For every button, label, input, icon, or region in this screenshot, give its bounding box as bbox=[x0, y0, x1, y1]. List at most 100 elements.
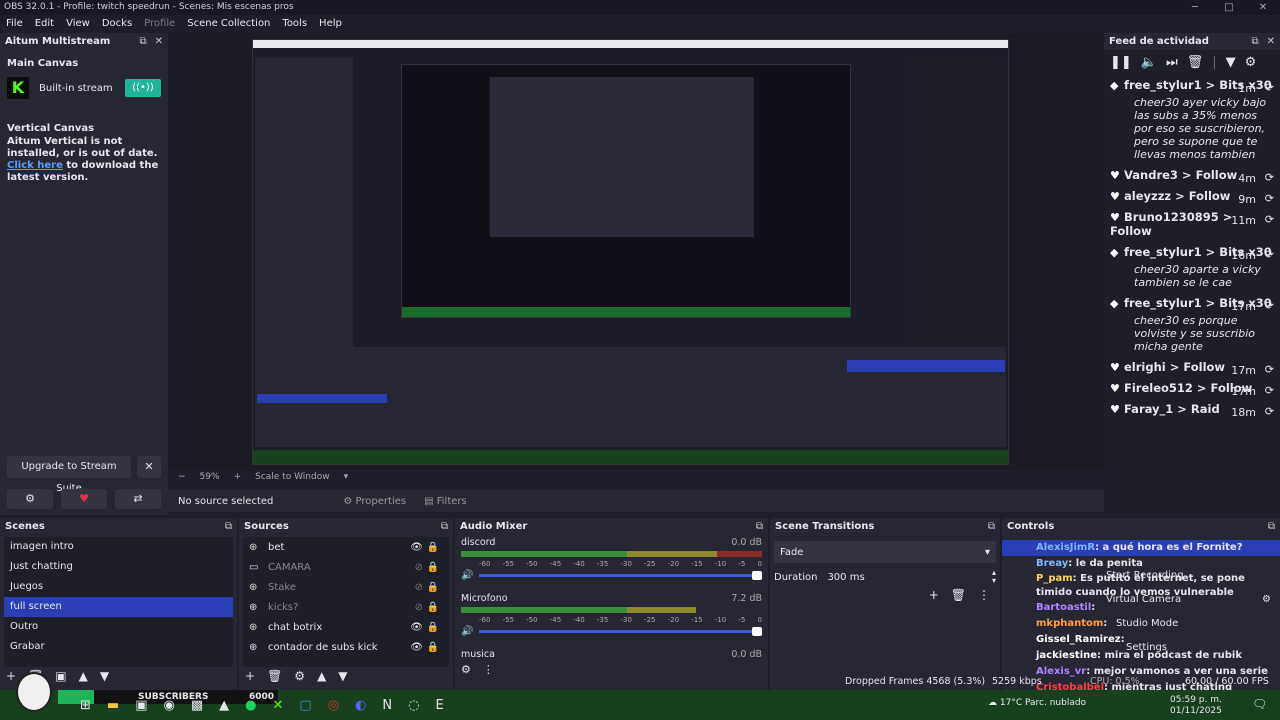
source-item[interactable]: ⊕ bet 👁 🔒 bbox=[243, 537, 449, 557]
eye-icon[interactable]: 👁 bbox=[410, 622, 423, 633]
replay-icon[interactable]: ⟳ bbox=[1265, 363, 1274, 376]
file-explorer-icon[interactable]: ▬ bbox=[107, 698, 119, 713]
menu-docks[interactable]: Docks bbox=[96, 15, 138, 33]
transition-select[interactable]: Fade ▾ bbox=[774, 541, 996, 563]
volume-icon[interactable]: 🔈 bbox=[1141, 55, 1157, 70]
speaker-icon[interactable]: 🔊 bbox=[461, 626, 473, 637]
scale-to-window-select[interactable]: Scale to Window bbox=[255, 472, 329, 482]
lock-icon[interactable]: 🔒 bbox=[427, 642, 439, 653]
menu-help[interactable]: Help bbox=[313, 15, 348, 33]
zoom-plus-button[interactable]: + bbox=[234, 472, 242, 482]
upgrade-stream-suite-button[interactable]: Upgrade to Stream Suite bbox=[7, 456, 131, 494]
click-here-link[interactable]: Click here bbox=[7, 160, 63, 171]
obs-app-icon[interactable]: ◉ bbox=[164, 698, 175, 713]
share-icon[interactable]: ⇄ bbox=[115, 489, 161, 509]
feed-settings-gear-icon[interactable]: ⚙ bbox=[1245, 55, 1257, 70]
duration-stepper[interactable]: ▴ ▾ bbox=[992, 569, 996, 585]
source-item[interactable]: ⊕ contador de subs kick 👁 🔒 bbox=[243, 637, 449, 657]
menu-file[interactable]: File bbox=[0, 15, 29, 33]
filter-icon[interactable]: ▼ bbox=[1226, 55, 1236, 70]
replay-icon[interactable]: ⟳ bbox=[1265, 213, 1274, 226]
menu-profile[interactable]: Profile bbox=[138, 15, 181, 33]
eye-icon[interactable]: 👁 bbox=[410, 542, 423, 553]
settings-gear-icon[interactable]: ⚙ bbox=[7, 489, 53, 509]
scene-item[interactable]: imagen intro bbox=[4, 537, 233, 557]
epic-icon[interactable]: E bbox=[435, 698, 443, 713]
minimize-button[interactable]: ─ bbox=[1178, 0, 1212, 15]
app-icon[interactable]: ▩ bbox=[191, 698, 203, 713]
dock-close-icon[interactable]: ✕ bbox=[155, 36, 163, 47]
app-icon[interactable]: ▣ bbox=[135, 698, 147, 713]
app-icon[interactable]: ▲ bbox=[219, 698, 229, 713]
skip-icon[interactable]: ⏭ bbox=[1166, 55, 1178, 70]
remove-transition-button[interactable]: 🗑 bbox=[951, 588, 966, 602]
spotify-icon[interactable]: ● bbox=[245, 698, 256, 713]
eye-icon[interactable]: 👁 bbox=[410, 642, 423, 653]
scene-item[interactable]: Just chatting bbox=[4, 557, 233, 577]
undock-icon[interactable]: ⧉ bbox=[225, 521, 232, 532]
notion-icon[interactable]: N bbox=[382, 698, 392, 713]
stream-toggle-button[interactable]: ((•)) bbox=[125, 79, 161, 97]
lock-icon[interactable]: 🔒 bbox=[427, 582, 439, 593]
undock-icon[interactable]: ⧉ bbox=[1268, 521, 1275, 532]
lock-icon[interactable]: 🔒 bbox=[427, 602, 439, 613]
vscode-icon[interactable]: ▢ bbox=[299, 698, 311, 713]
lock-icon[interactable]: 🔒 bbox=[427, 622, 439, 633]
speaker-icon[interactable]: 🔊 bbox=[461, 570, 473, 581]
menu-scene-collection[interactable]: Scene Collection bbox=[181, 15, 276, 33]
source-item[interactable]: ▭ CAMARA ⊘ 🔒 bbox=[243, 557, 449, 577]
source-item[interactable]: ⊕ Stake ⊘ 🔒 bbox=[243, 577, 449, 597]
add-transition-button[interactable]: + bbox=[929, 588, 939, 602]
slider-handle[interactable] bbox=[752, 627, 762, 636]
close-window-button[interactable]: ✕ bbox=[1246, 0, 1280, 15]
eye-hidden-icon[interactable]: ⊘ bbox=[415, 602, 423, 613]
lock-icon[interactable]: 🔒 bbox=[427, 562, 439, 573]
menu-edit[interactable]: Edit bbox=[29, 15, 60, 33]
volume-slider[interactable] bbox=[479, 627, 762, 636]
xbox-icon[interactable]: ✕ bbox=[272, 698, 283, 713]
notification-icon[interactable]: 🗨 bbox=[1252, 697, 1267, 711]
program-preview[interactable] bbox=[252, 39, 1009, 465]
menu-view[interactable]: View bbox=[60, 15, 96, 33]
replay-icon[interactable]: ⟳ bbox=[1265, 192, 1274, 205]
replay-icon[interactable]: ⟳ bbox=[1265, 248, 1274, 261]
lock-icon[interactable]: 🔒 bbox=[427, 542, 439, 553]
scene-item[interactable]: Grabar bbox=[4, 637, 233, 657]
scene-item[interactable]: Outro bbox=[4, 617, 233, 637]
mixer-menu-icon[interactable]: ⋮ bbox=[483, 663, 494, 676]
transition-menu-icon[interactable]: ⋮ bbox=[978, 588, 990, 602]
source-item[interactable]: ⊕ chat botrix 👁 🔒 bbox=[243, 617, 449, 637]
eye-hidden-icon[interactable]: ⊘ bbox=[415, 562, 423, 573]
discord-icon[interactable]: ◐ bbox=[355, 698, 366, 713]
properties-button[interactable]: ⚙ Properties bbox=[343, 496, 406, 507]
replay-icon[interactable]: ⟳ bbox=[1265, 405, 1274, 418]
trash-icon[interactable]: 🗑 bbox=[1187, 55, 1204, 70]
undock-icon[interactable]: ⧉ bbox=[1251, 36, 1258, 47]
zoom-minus-button[interactable]: − bbox=[178, 472, 186, 482]
undock-icon[interactable]: ⧉ bbox=[988, 521, 995, 532]
pause-icon[interactable]: ❚❚ bbox=[1110, 55, 1132, 70]
heart-icon[interactable]: ♥ bbox=[61, 489, 107, 509]
system-clock[interactable]: 05:59 p. m. 01/11/2025 bbox=[1170, 695, 1222, 717]
start-menu-icon[interactable]: ⊞ bbox=[80, 698, 91, 713]
undock-icon[interactable]: ⧉ bbox=[756, 521, 763, 532]
maximize-button[interactable]: □ bbox=[1212, 0, 1246, 15]
replay-icon[interactable]: ⟳ bbox=[1265, 384, 1274, 397]
app-icon[interactable]: ◎ bbox=[328, 698, 339, 713]
undock-icon[interactable]: ⧉ bbox=[441, 521, 448, 532]
app-icon[interactable]: ◌ bbox=[408, 698, 419, 713]
mixer-settings-icon[interactable]: ⚙ bbox=[461, 663, 471, 676]
duration-input[interactable]: 300 ms bbox=[827, 572, 992, 583]
filters-button[interactable]: ▤ Filters bbox=[424, 496, 467, 507]
dock-close-icon[interactable]: ✕ bbox=[1267, 36, 1275, 47]
volume-slider[interactable] bbox=[479, 571, 762, 580]
chevron-down-icon[interactable]: ▾ bbox=[344, 472, 349, 482]
replay-icon[interactable]: ⟳ bbox=[1265, 171, 1274, 184]
menu-tools[interactable]: Tools bbox=[276, 15, 313, 33]
undock-icon[interactable]: ⧉ bbox=[139, 36, 146, 47]
slider-handle[interactable] bbox=[752, 571, 762, 580]
scene-item[interactable]: Juegos bbox=[4, 577, 233, 597]
eye-hidden-icon[interactable]: ⊘ bbox=[415, 582, 423, 593]
replay-icon[interactable]: ⟳ bbox=[1265, 299, 1274, 312]
scene-item[interactable]: full screen bbox=[4, 597, 233, 617]
